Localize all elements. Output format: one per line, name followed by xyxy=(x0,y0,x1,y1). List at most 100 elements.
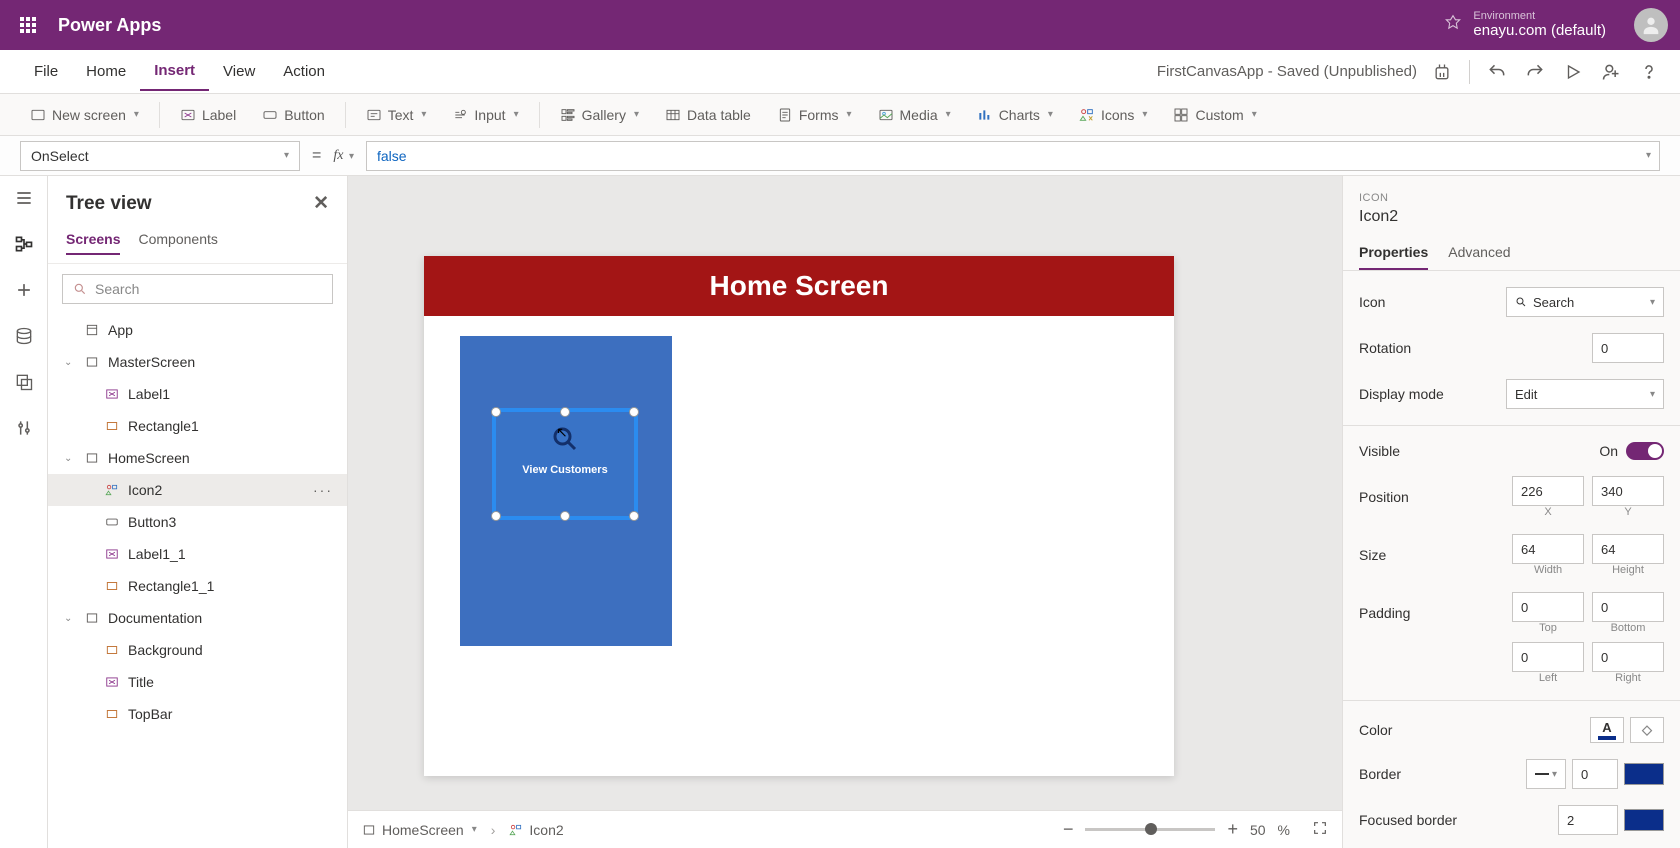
border-style-select[interactable]: ▾ xyxy=(1526,759,1566,789)
breadcrumb-screen[interactable]: HomeScreen▾ xyxy=(362,822,477,838)
menu-insert[interactable]: Insert xyxy=(140,52,209,91)
size-height-input[interactable] xyxy=(1592,534,1664,564)
tree-node-title[interactable]: Title xyxy=(48,666,347,698)
tab-advanced[interactable]: Advanced xyxy=(1448,236,1510,270)
focused-border-input[interactable] xyxy=(1558,805,1618,835)
icon-select[interactable]: Search ▾ xyxy=(1506,287,1664,317)
chevron-down-icon[interactable]: ⌄ xyxy=(64,613,76,624)
tree-node-rectangle1-1[interactable]: Rectangle1_1 xyxy=(48,570,347,602)
tree-node-background[interactable]: Background xyxy=(48,634,347,666)
padding-left-input[interactable] xyxy=(1512,642,1584,672)
more-icon[interactable]: ··· xyxy=(313,482,333,498)
tree-node-app[interactable]: App xyxy=(48,314,347,346)
label-icon xyxy=(104,674,120,690)
prop-visible-label: Visible xyxy=(1359,443,1400,459)
size-width-input[interactable] xyxy=(1512,534,1584,564)
tree-view-icon[interactable] xyxy=(12,232,36,256)
canvas-card[interactable]: ↖ View Customers xyxy=(460,336,672,646)
prop-padding-label: Padding xyxy=(1359,605,1410,621)
color-picker[interactable]: A xyxy=(1590,717,1624,743)
border-color-swatch[interactable] xyxy=(1624,763,1664,785)
help-icon[interactable] xyxy=(1638,61,1660,83)
fx-icon[interactable]: fx ▾ xyxy=(333,148,354,164)
play-icon[interactable] xyxy=(1562,61,1584,83)
chevron-down-icon[interactable]: ⌄ xyxy=(64,453,76,464)
tree-node-rectangle1[interactable]: Rectangle1 xyxy=(48,410,347,442)
screen-icon xyxy=(84,450,100,466)
tree-node-homescreen[interactable]: ⌄ HomeScreen xyxy=(48,442,347,474)
redo-icon[interactable] xyxy=(1524,61,1546,83)
selected-icon-control[interactable]: ↖ View Customers xyxy=(492,408,638,520)
position-y-input[interactable] xyxy=(1592,476,1664,506)
app-checker-icon[interactable] xyxy=(1431,61,1453,83)
titlebar: Power Apps Environment enayu.com (defaul… xyxy=(0,0,1680,50)
padding-top-input[interactable] xyxy=(1512,592,1584,622)
resize-handle[interactable] xyxy=(560,407,570,417)
search-input[interactable]: Search xyxy=(62,274,333,304)
tree-node-icon2[interactable]: Icon2 ··· xyxy=(48,474,347,506)
resize-handle[interactable] xyxy=(560,511,570,521)
media-button[interactable]: Media▾ xyxy=(868,101,961,129)
equals-icon: = xyxy=(312,147,321,165)
close-icon[interactable]: ✕ xyxy=(313,192,329,215)
gallery-button[interactable]: Gallery▾ xyxy=(550,101,649,129)
zoom-out-icon[interactable]: − xyxy=(1063,819,1074,840)
padding-bottom-input[interactable] xyxy=(1592,592,1664,622)
media-pane-icon[interactable] xyxy=(12,370,36,394)
tree-node-label1-1[interactable]: Label1_1 xyxy=(48,538,347,570)
resize-handle[interactable] xyxy=(491,407,501,417)
border-width-input[interactable] xyxy=(1572,759,1618,789)
focused-border-color-swatch[interactable] xyxy=(1624,809,1664,831)
data-table-button[interactable]: Data table xyxy=(655,101,761,129)
data-icon[interactable] xyxy=(12,324,36,348)
advanced-tools-icon[interactable] xyxy=(12,416,36,440)
new-screen-button[interactable]: New screen▾ xyxy=(20,101,149,129)
property-selector[interactable]: OnSelect▾ xyxy=(20,141,300,171)
menu-view[interactable]: View xyxy=(209,53,269,90)
screen-icon xyxy=(84,610,100,626)
input-button[interactable]: Input▾ xyxy=(442,101,528,129)
tab-components[interactable]: Components xyxy=(138,225,217,255)
undo-icon[interactable] xyxy=(1486,61,1508,83)
menu-home[interactable]: Home xyxy=(72,53,140,90)
forms-button[interactable]: Forms▾ xyxy=(767,101,862,129)
resize-handle[interactable] xyxy=(629,511,639,521)
icons-button[interactable]: Icons▾ xyxy=(1069,101,1158,129)
app-canvas[interactable]: Home Screen ↖ View Customers xyxy=(424,256,1174,776)
tree-node-button3[interactable]: Button3 xyxy=(48,506,347,538)
fill-picker[interactable]: ◇ xyxy=(1630,717,1664,743)
menu-action[interactable]: Action xyxy=(269,53,339,90)
zoom-in-icon[interactable]: + xyxy=(1227,819,1238,840)
fit-icon[interactable] xyxy=(1312,820,1328,839)
tree-node-documentation[interactable]: ⌄ Documentation xyxy=(48,602,347,634)
formula-input[interactable]: false▾ xyxy=(366,141,1660,171)
padding-right-input[interactable] xyxy=(1592,642,1664,672)
zoom-slider[interactable] xyxy=(1085,828,1215,831)
insert-pane-icon[interactable] xyxy=(12,278,36,302)
app-launcher-icon[interactable] xyxy=(12,9,44,41)
custom-button[interactable]: Custom▾ xyxy=(1163,101,1266,129)
menu-file[interactable]: File xyxy=(20,53,72,90)
resize-handle[interactable] xyxy=(629,407,639,417)
text-button[interactable]: Text▾ xyxy=(356,101,437,129)
display-mode-select[interactable]: Edit▾ xyxy=(1506,379,1664,409)
environment-picker[interactable]: Environment enayu.com (default) xyxy=(1443,11,1606,39)
button-button[interactable]: Button xyxy=(252,101,334,129)
rotation-input[interactable] xyxy=(1592,333,1664,363)
share-icon[interactable] xyxy=(1600,61,1622,83)
control-type: ICON xyxy=(1359,192,1389,204)
tree-node-masterscreen[interactable]: ⌄ MasterScreen xyxy=(48,346,347,378)
tab-screens[interactable]: Screens xyxy=(66,225,120,255)
user-avatar[interactable] xyxy=(1634,8,1668,42)
visible-toggle[interactable] xyxy=(1626,442,1664,460)
hamburger-icon[interactable] xyxy=(12,186,36,210)
position-x-input[interactable] xyxy=(1512,476,1584,506)
tab-properties[interactable]: Properties xyxy=(1359,236,1428,270)
tree-node-label1[interactable]: Label1 xyxy=(48,378,347,410)
tree-node-topbar[interactable]: TopBar xyxy=(48,698,347,730)
resize-handle[interactable] xyxy=(491,511,501,521)
chevron-down-icon[interactable]: ⌄ xyxy=(64,357,76,368)
label-button[interactable]: Label xyxy=(170,101,246,129)
breadcrumb-control[interactable]: Icon2 xyxy=(509,822,563,838)
charts-button[interactable]: Charts▾ xyxy=(967,101,1063,129)
